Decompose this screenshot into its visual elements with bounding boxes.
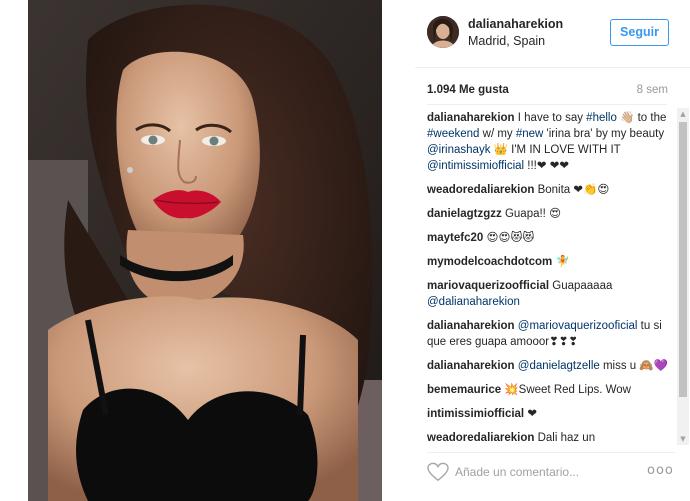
comment-text: ❤ (524, 408, 537, 420)
scroll-up-arrow-icon[interactable]: ▲ (677, 108, 689, 120)
scrollbar-thumb[interactable] (679, 122, 687, 397)
comment-username-link[interactable]: mymodelcoachdotcom (427, 256, 552, 268)
comment-text: Dali haz un (534, 432, 596, 444)
heart-outline-icon[interactable] (427, 462, 449, 482)
comment-username-link[interactable]: weadoredaliarekion (427, 184, 534, 196)
comment-username-link[interactable]: maytefc20 (427, 232, 483, 244)
location-link[interactable]: Madrid, Spain (468, 34, 545, 48)
comment-username-link[interactable]: dalianaharekion (427, 320, 515, 332)
comment-text: 💥Sweet Red Lips. Wow (501, 384, 631, 396)
comment-item: dalianaharekion @mariovaquerizooficial t… (427, 318, 670, 350)
comment-item: dalianaharekion I have to say #hello 👋🏼 … (427, 110, 670, 174)
post-photo[interactable] (28, 0, 382, 501)
post-header: dalianaharekion Madrid, Spain Seguir (415, 0, 690, 68)
comment-text: I have to say (514, 112, 587, 124)
comment-item: weadoredaliarekion Dali haz un (427, 430, 670, 445)
comment-item: weadoredaliarekion Bonita ❤👏😍 (427, 182, 670, 198)
post-time[interactable]: 8 sem (637, 84, 668, 96)
comment-tag-link[interactable]: @mariovaquerizooficial (518, 320, 638, 332)
comment-tag-link[interactable]: @intimissimiofficial (427, 160, 524, 172)
comment-item: maytefc20 😍😍😻😻 (427, 230, 670, 246)
comment-text: Guapaaaaa (549, 280, 613, 292)
post-sidebar: dalianaharekion Madrid, Spain Seguir 1.0… (415, 0, 690, 501)
likes-count[interactable]: 1.094 Me gusta (427, 84, 509, 96)
scroll-down-arrow-icon[interactable]: ▼ (677, 433, 689, 445)
comment-item: bememaurice 💥Sweet Red Lips. Wow (427, 382, 670, 398)
avatar-image (427, 16, 459, 48)
comment-tag-link[interactable]: @irinashayk (427, 144, 490, 156)
comment-item: dalianaharekion @danielagtzelle miss u 🙈… (427, 358, 670, 374)
username-link[interactable]: dalianaharekion (468, 17, 563, 31)
comment-tag-link[interactable]: @danielagtzelle (518, 360, 600, 372)
comment-text: miss u 🙈💜 (599, 360, 669, 372)
comment-tag-link[interactable]: #hello (586, 112, 617, 124)
comment-item: danielagtzgzz Guapa!! 😍 (427, 206, 670, 222)
comment-username-link[interactable]: dalianaharekion (427, 112, 515, 124)
comment-username-link[interactable]: mariovaquerizoofficial (427, 280, 549, 292)
comment-text: 👑 I'M IN LOVE WITH IT (490, 144, 621, 156)
comment-item: intimissimiofficial ❤ (427, 406, 670, 422)
more-options-icon[interactable]: ooo (647, 463, 674, 478)
comment-tag-link[interactable]: @dalianaharekion (427, 296, 520, 308)
comment-text: 'irina bra' by my beauty (543, 128, 665, 140)
comment-item: mymodelcoachdotcom 🧚 (427, 254, 670, 270)
comment-text: 🧚 (552, 256, 570, 268)
comments-scrollbar[interactable]: ▲ ▼ (677, 108, 689, 445)
comment-text: Bonita ❤👏😍 (534, 184, 610, 196)
comment-text: 😍😍😻😻 (483, 232, 535, 244)
comment-tag-link[interactable]: #new (516, 128, 544, 140)
comments-list[interactable]: dalianaharekion I have to say #hello 👋🏼 … (427, 110, 670, 445)
comment-text: 👋🏼 to the (616, 112, 667, 124)
follow-button[interactable]: Seguir (610, 19, 669, 46)
comment-username-link[interactable]: weadoredaliarekion (427, 432, 534, 444)
comment-username-link[interactable]: danielagtzgzz (427, 208, 502, 220)
comment-username-link[interactable]: dalianaharekion (427, 360, 515, 372)
post-photo-image (28, 0, 382, 501)
divider (427, 104, 667, 105)
comment-input[interactable] (455, 461, 640, 483)
comment-item: mariovaquerizoofficial Guapaaaaa @dalian… (427, 278, 670, 310)
comment-text: w/ my (479, 128, 516, 140)
comment-text: Guapa!! 😍 (501, 208, 562, 220)
comment-username-link[interactable]: bememaurice (427, 384, 501, 396)
avatar[interactable] (427, 16, 459, 48)
comment-tag-link[interactable]: #weekend (427, 128, 479, 140)
divider (427, 452, 675, 453)
comment-text: !!!❤ ❤❤ (524, 160, 569, 172)
comment-username-link[interactable]: intimissimiofficial (427, 408, 524, 420)
